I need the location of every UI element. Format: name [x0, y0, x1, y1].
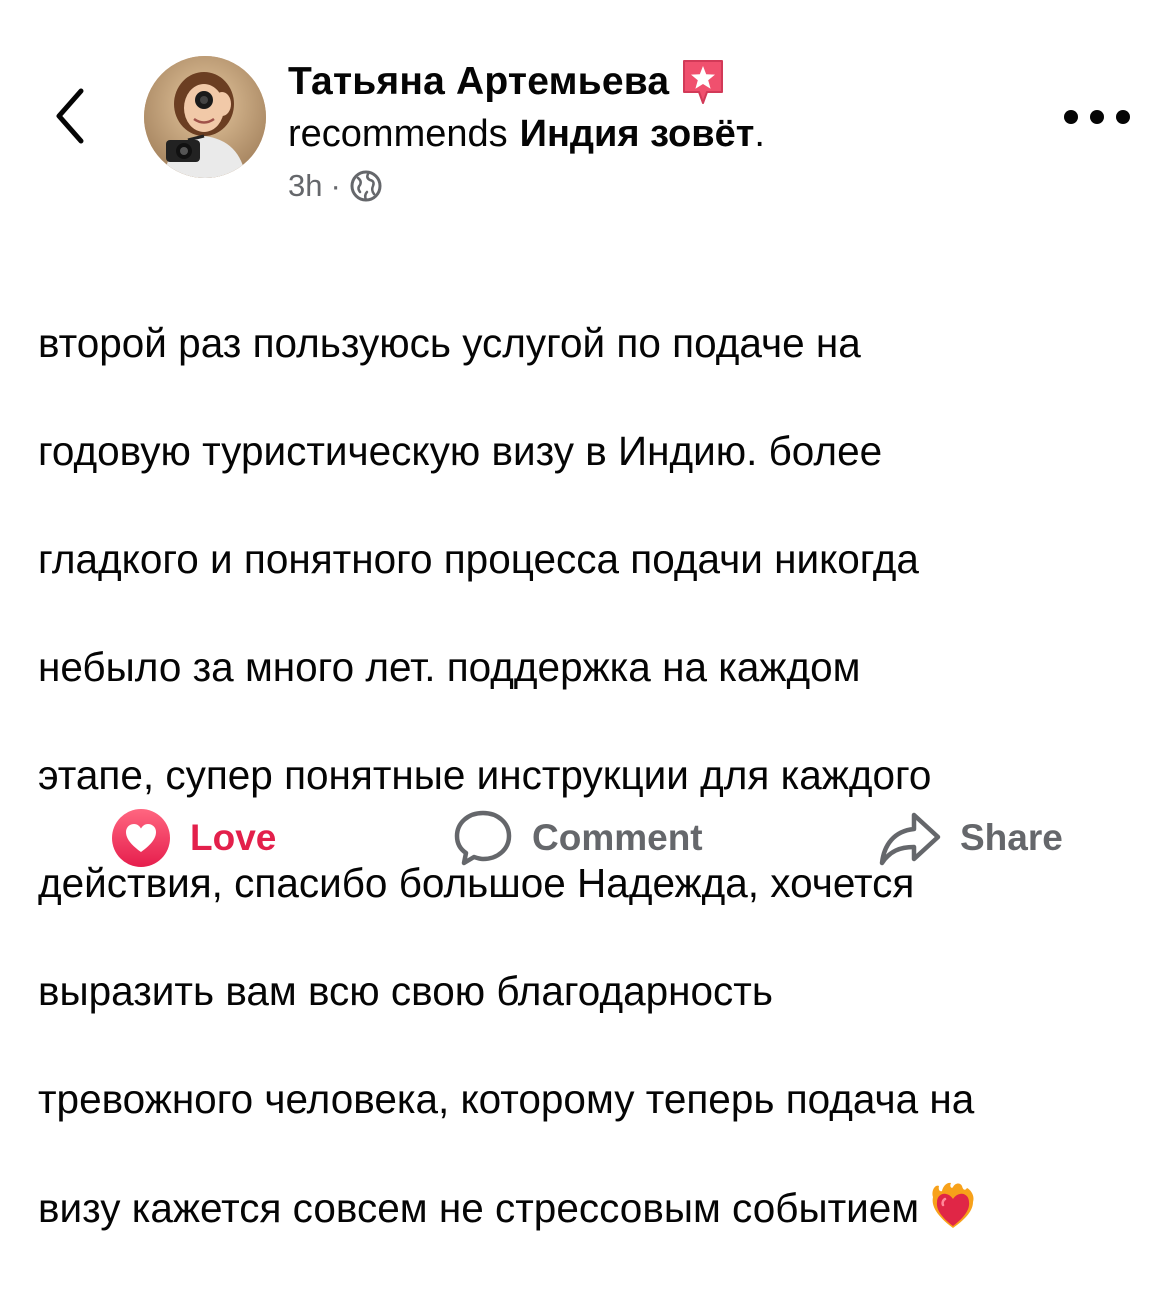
recommendation-row: recommends Индия зовёт.	[288, 108, 1048, 160]
share-icon	[879, 812, 941, 866]
post-line: годовую туристическую визу в Индию. боле…	[38, 428, 883, 474]
more-dot	[1116, 110, 1130, 124]
comment-icon	[454, 810, 512, 866]
page-name-link[interactable]: Индия зовёт	[520, 113, 755, 156]
timestamp[interactable]: 3h	[288, 168, 322, 204]
back-button[interactable]	[44, 84, 96, 148]
post-last-line: визу кажется совсем не стрессовым событи…	[38, 1180, 1148, 1235]
more-dot	[1064, 110, 1078, 124]
author-name[interactable]: Татьяна Артемьева	[288, 60, 669, 104]
action-bar: Love Comment Share	[0, 796, 1170, 880]
comment-label: Comment	[532, 817, 703, 858]
avatar[interactable]	[144, 56, 266, 178]
post-line: этапе, супер понятные инструкции для каж…	[38, 752, 932, 798]
heart-on-fire-icon	[932, 1182, 974, 1228]
recommends-text: recommends	[288, 112, 508, 155]
more-dot	[1090, 110, 1104, 124]
star-badge-icon[interactable]	[681, 58, 725, 106]
post-line: второй раз пользуюсь услугой по подаче н…	[38, 320, 861, 366]
more-options-button[interactable]	[1064, 102, 1130, 132]
share-label: Share	[960, 817, 1063, 858]
post-line: визу кажется совсем не стрессовым событи…	[38, 1185, 920, 1231]
meta-separator: ·	[330, 168, 341, 203]
post-header: Татьяна Артемьева recommends Индия зовёт…	[288, 56, 1048, 206]
share-button[interactable]: Share	[878, 796, 1063, 880]
chevron-left-icon	[56, 88, 84, 144]
post-line: тревожного человека, которому теперь под…	[38, 1076, 975, 1122]
avatar-image	[144, 56, 266, 178]
love-button[interactable]: Love	[110, 796, 276, 880]
love-label: Love	[190, 817, 277, 858]
author-row: Татьяна Артемьева	[288, 56, 1048, 108]
comment-button[interactable]: Comment	[452, 796, 703, 880]
post-line: гладкого и понятного процесса подачи ник…	[38, 536, 919, 582]
page-suffix: .	[754, 112, 765, 155]
love-icon	[112, 809, 170, 867]
post-meta: 3h ·	[288, 166, 1048, 206]
globe-icon[interactable]	[349, 169, 383, 203]
post-line: небыло за много лет. поддержка на каждом	[38, 644, 861, 690]
post-line: выразить вам всю свою благодарность	[38, 968, 773, 1014]
post-text: второй раз пользуюсь услугой по подаче н…	[38, 262, 1148, 1289]
